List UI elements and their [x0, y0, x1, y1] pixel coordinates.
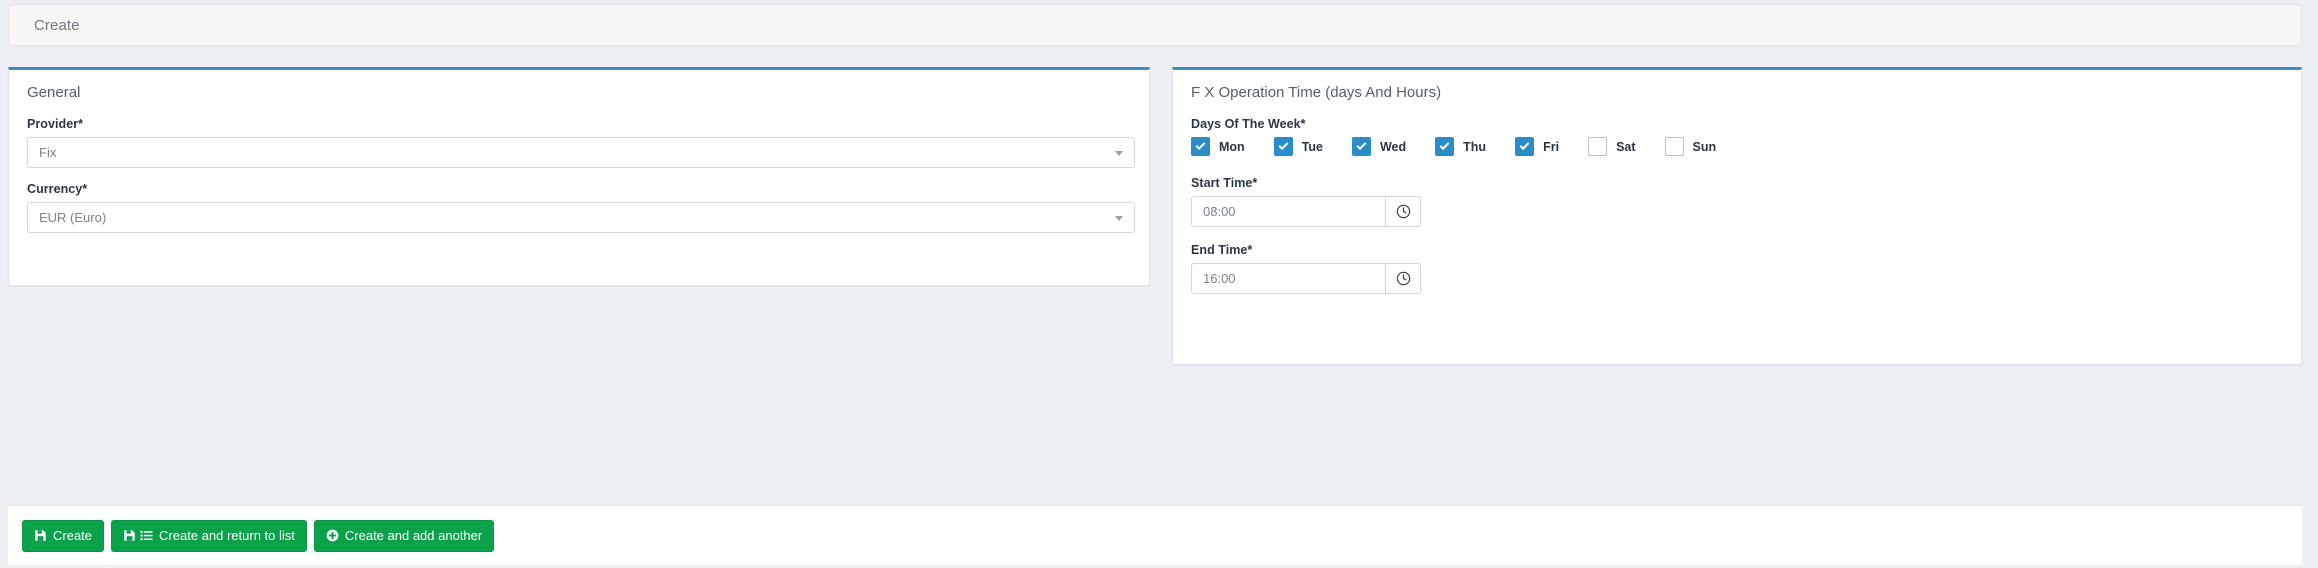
panel-general: General Provider* Fix Currency* EUR (Eur… [8, 67, 1150, 286]
form-group-start-time: Start Time* [1191, 176, 2283, 227]
create-button[interactable]: Create [22, 520, 104, 552]
start-time-input-group [1191, 196, 1421, 227]
form-group-currency: Currency* EUR (Euro) [27, 182, 1131, 233]
panel-fx-body: Days Of The Week* Mon Tue Wed Thu [1173, 101, 2301, 294]
checkbox-thu[interactable] [1435, 137, 1454, 156]
checkbox-sat[interactable] [1588, 137, 1607, 156]
end-time-clock-button[interactable] [1385, 263, 1421, 294]
provider-select-value: Fix [39, 145, 56, 160]
clock-icon [1396, 271, 1411, 286]
list-icon [140, 529, 153, 542]
end-time-label: End Time* [1191, 243, 2283, 257]
checkbox-item-mon[interactable]: Mon [1191, 137, 1245, 156]
currency-label: Currency* [27, 182, 1131, 196]
plus-circle-icon [326, 529, 339, 542]
currency-select[interactable]: EUR (Euro) [27, 202, 1135, 233]
days-of-week-label: Days Of The Week* [1191, 117, 2283, 131]
check-icon [1196, 140, 1206, 150]
start-time-label: Start Time* [1191, 176, 2283, 190]
check-icon [1520, 140, 1530, 150]
form-group-provider: Provider* Fix [27, 117, 1131, 168]
check-icon [1357, 140, 1367, 150]
currency-select-value: EUR (Euro) [39, 210, 106, 225]
checkbox-sun[interactable] [1665, 137, 1684, 156]
check-icon [1440, 140, 1450, 150]
checkbox-label-fri: Fri [1543, 140, 1559, 154]
checkbox-item-thu[interactable]: Thu [1435, 137, 1486, 156]
provider-label: Provider* [27, 117, 1131, 131]
days-of-week-group: Mon Tue Wed Thu Fri [1191, 137, 2283, 156]
chevron-down-icon [1115, 151, 1123, 156]
clock-icon [1396, 204, 1411, 219]
start-time-clock-button[interactable] [1385, 196, 1421, 227]
panel-general-body: Provider* Fix Currency* EUR (Euro) [9, 101, 1149, 233]
provider-select[interactable]: Fix [27, 137, 1135, 168]
panel-fx-operation-time: F X Operation Time (days And Hours) Days… [1172, 67, 2302, 365]
footer-action-bar: Create Create and return to list [8, 505, 2302, 565]
checkbox-label-sat: Sat [1616, 140, 1635, 154]
checkbox-label-sun: Sun [1693, 140, 1717, 154]
page-title: Create [34, 17, 80, 34]
start-time-input[interactable] [1191, 196, 1385, 227]
checkbox-fri[interactable] [1515, 137, 1534, 156]
end-time-input-group [1191, 263, 1421, 294]
checkbox-mon[interactable] [1191, 137, 1210, 156]
checkbox-item-sat[interactable]: Sat [1588, 137, 1635, 156]
save-icon [123, 529, 136, 542]
checkbox-item-tue[interactable]: Tue [1274, 137, 1323, 156]
create-button-label: Create [53, 528, 92, 543]
save-icon [34, 529, 47, 542]
checkbox-item-sun[interactable]: Sun [1665, 137, 1717, 156]
chevron-down-icon [1115, 216, 1123, 221]
checkbox-item-fri[interactable]: Fri [1515, 137, 1559, 156]
check-icon [1278, 140, 1288, 150]
create-and-add-another-button-label: Create and add another [345, 528, 482, 543]
panel-general-title: General [9, 70, 1149, 101]
panel-fx-title: F X Operation Time (days And Hours) [1173, 70, 2301, 101]
checkbox-tue[interactable] [1274, 137, 1293, 156]
checkbox-label-tue: Tue [1302, 140, 1323, 154]
create-and-return-button-label: Create and return to list [159, 528, 295, 543]
checkbox-label-mon: Mon [1219, 140, 1245, 154]
checkbox-label-thu: Thu [1463, 140, 1486, 154]
form-group-end-time: End Time* [1191, 243, 2283, 294]
create-and-return-button[interactable]: Create and return to list [111, 520, 307, 552]
page-header: Create [8, 4, 2302, 46]
checkbox-label-wed: Wed [1380, 140, 1406, 154]
checkbox-item-wed[interactable]: Wed [1352, 137, 1406, 156]
checkbox-wed[interactable] [1352, 137, 1371, 156]
create-and-add-another-button[interactable]: Create and add another [314, 520, 494, 552]
end-time-input[interactable] [1191, 263, 1385, 294]
